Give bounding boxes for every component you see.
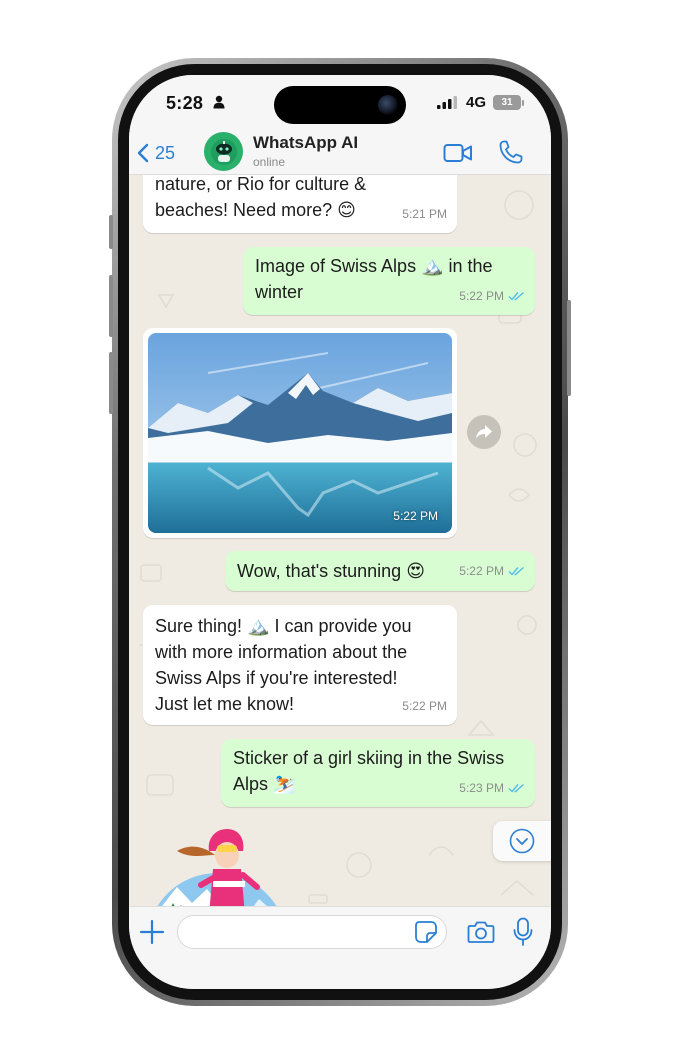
mountain-lake-picture <box>148 333 452 533</box>
voice-call-button[interactable] <box>498 139 524 165</box>
video-call-button[interactable] <box>443 141 473 165</box>
message-bubble-outgoing[interactable]: Wow, that's stunning 😍 5:22 PM <box>225 551 535 591</box>
avatar[interactable] <box>204 132 243 171</box>
message-time: 5:21 PM <box>402 201 447 227</box>
action-button <box>109 215 113 249</box>
message-text: Sticker of a girl skiing in the Swiss <box>233 748 505 768</box>
double-check-icon <box>508 291 524 301</box>
status-time: 5:28 <box>166 93 204 113</box>
image-message[interactable]: 5:22 PM <box>143 328 457 538</box>
timestamp: 5:22 PM <box>393 509 438 523</box>
message-time: 5:23 PM <box>459 775 525 801</box>
microphone-icon[interactable] <box>513 917 533 947</box>
timestamp: 5:21 PM <box>402 207 447 221</box>
battery-level: 31 <box>501 97 513 108</box>
forward-icon <box>476 425 492 439</box>
double-check-icon <box>508 566 524 576</box>
network-label: 4G <box>466 94 487 111</box>
message-text: Sure thing! 🏔️ I can provide you <box>155 616 412 636</box>
timestamp: 5:23 PM <box>459 781 504 795</box>
phone-screen: 5:28 4G 31 25 WhatsApp AI online nature,… <box>129 75 551 989</box>
message-bubble-outgoing[interactable]: Sticker of a girl skiing in the Swiss Al… <box>221 739 535 807</box>
timestamp: 5:22 PM <box>402 699 447 713</box>
battery-icon: 31 <box>493 95 521 110</box>
timestamp: 5:22 PM <box>459 564 504 578</box>
message-bubble-outgoing[interactable]: Image of Swiss Alps 🏔️ in the winter 5:2… <box>243 247 535 315</box>
status-bar: 5:28 4G 31 <box>129 75 551 131</box>
volume-down-button <box>109 352 113 414</box>
message-text: nature, or Rio for culture & <box>155 175 367 194</box>
scroll-to-bottom-button[interactable] <box>493 821 551 861</box>
contact-status: online <box>253 155 286 169</box>
message-text: Image of Swiss Alps 🏔️ in the <box>255 256 493 276</box>
skiing-girl-sticker[interactable] <box>147 825 287 906</box>
power-button <box>567 300 571 396</box>
message-input[interactable] <box>177 915 447 949</box>
camera-icon[interactable] <box>467 919 495 945</box>
message-time: 5:22 PM <box>402 693 447 719</box>
dynamic-island <box>274 86 406 124</box>
person-icon <box>213 95 225 109</box>
chevron-down-icon <box>509 828 535 854</box>
chevron-left-icon <box>137 143 149 163</box>
back-button[interactable]: 25 <box>137 137 175 169</box>
message-bubble-incoming[interactable]: Sure thing! 🏔️ I can provide you with mo… <box>143 605 457 725</box>
input-bar <box>129 906 551 989</box>
chat-area[interactable]: nature, or Rio for culture & beaches! Ne… <box>129 175 551 906</box>
swiss-alps-image[interactable]: 5:22 PM <box>148 333 452 533</box>
timestamp: 5:22 PM <box>459 289 504 303</box>
message-time: 5:22 PM <box>459 283 525 309</box>
double-check-icon <box>508 783 524 793</box>
front-camera <box>378 95 398 115</box>
message-time: 5:22 PM <box>459 558 525 584</box>
sticker-icon[interactable] <box>414 920 438 944</box>
message-text: with more information about the <box>155 642 408 662</box>
message-text: Swiss Alps if you're interested! <box>155 668 398 688</box>
robot-avatar-icon <box>210 138 237 165</box>
contact-name[interactable]: WhatsApp AI <box>253 133 358 153</box>
volume-up-button <box>109 275 113 337</box>
plus-icon[interactable] <box>139 919 165 945</box>
signal-icon <box>437 96 457 109</box>
chat-header: 25 WhatsApp AI online <box>129 131 551 175</box>
battery-tip <box>522 100 524 106</box>
forward-button[interactable] <box>467 415 501 449</box>
unread-count: 25 <box>155 142 176 163</box>
message-bubble-incoming[interactable]: nature, or Rio for culture & beaches! Ne… <box>143 175 457 233</box>
